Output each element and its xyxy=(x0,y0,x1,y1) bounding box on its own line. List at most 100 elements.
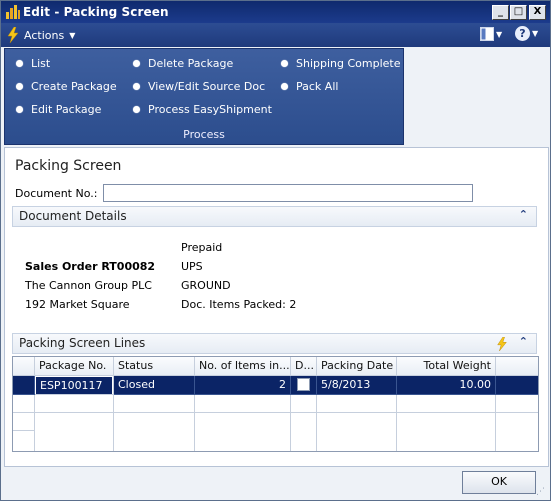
bullet-icon xyxy=(133,59,140,67)
empty-cell[interactable] xyxy=(317,395,397,413)
row-selector[interactable] xyxy=(13,431,35,451)
empty-cell[interactable] xyxy=(291,413,317,451)
column-header-filler xyxy=(496,357,538,376)
create-package-button[interactable]: Create Package xyxy=(16,78,117,94)
app-icon xyxy=(6,5,20,19)
empty-cell[interactable] xyxy=(35,395,114,413)
row-selector[interactable] xyxy=(13,395,35,413)
window-layout-icon xyxy=(480,27,494,41)
ribbon-item-label: Delete Package xyxy=(148,56,234,70)
bullet-icon xyxy=(133,105,140,113)
sales-order-number: Sales Order RT00082 xyxy=(25,260,156,273)
close-button[interactable]: X xyxy=(529,5,546,20)
maximize-button[interactable]: □ xyxy=(510,5,527,20)
bullet-icon xyxy=(16,59,23,67)
shipping-complete-button[interactable]: Shipping Complete xyxy=(281,55,401,71)
bullet-icon xyxy=(16,82,23,90)
table-cell-d[interactable] xyxy=(291,376,317,395)
bullet-icon xyxy=(133,82,140,90)
d-checkbox[interactable] xyxy=(297,377,310,391)
ribbon-item-label: Pack All xyxy=(296,79,339,93)
empty-cell xyxy=(496,395,538,413)
document-no-input[interactable] xyxy=(103,184,473,202)
empty-cell[interactable] xyxy=(35,413,114,451)
lightning-icon xyxy=(7,27,19,43)
table-cell-package-no[interactable]: ESP100117 xyxy=(35,376,114,395)
chevron-up-icon[interactable]: ⌃ xyxy=(519,208,528,221)
view-edit-source-doc-button[interactable]: View/Edit Source Doc xyxy=(133,78,265,94)
ribbon-item-label: Edit Package xyxy=(31,102,102,116)
empty-cell[interactable] xyxy=(114,395,195,413)
ribbon-group-label: Process xyxy=(183,128,225,141)
resize-grip-icon[interactable]: ⋰ xyxy=(536,487,548,499)
packing-lines-header[interactable]: Packing Screen Lines ⌃ xyxy=(12,333,537,354)
edit-package-button[interactable]: Edit Package xyxy=(16,101,101,117)
bullet-icon xyxy=(281,59,288,67)
delete-package-button[interactable]: Delete Package xyxy=(133,55,233,71)
title-bar: Edit - Packing Screen _ □ X xyxy=(1,1,550,23)
empty-cell[interactable] xyxy=(195,413,291,451)
empty-cell[interactable] xyxy=(317,413,397,451)
shipping-carrier: UPS xyxy=(181,260,203,273)
table-cell-status[interactable]: Closed xyxy=(114,376,195,395)
help-icon: ? xyxy=(515,26,530,41)
list-button[interactable]: List xyxy=(16,55,50,71)
customer-name: The Cannon Group PLC xyxy=(25,279,152,292)
help-menu[interactable]: ? ▼ xyxy=(515,26,538,41)
window-title: Edit - Packing Screen xyxy=(23,5,169,19)
column-header[interactable]: Package No. xyxy=(35,357,114,376)
document-details-header[interactable]: Document Details ⌃ xyxy=(12,206,537,227)
layout-menu[interactable]: ▼ xyxy=(480,27,502,41)
ribbon-item-label: Process EasyShipment xyxy=(148,102,272,116)
column-header[interactable]: D... xyxy=(291,357,317,376)
process-easyshipment-button[interactable]: Process EasyShipment xyxy=(133,101,272,117)
section-title: Document Details xyxy=(19,209,127,223)
row-selector[interactable] xyxy=(13,376,35,395)
ribbon-process-group: List Create Package Edit Package Delete … xyxy=(4,48,404,145)
chevron-up-icon[interactable]: ⌃ xyxy=(519,335,528,348)
ribbon-item-label: List xyxy=(31,56,51,70)
empty-cell[interactable] xyxy=(195,395,291,413)
document-no-label: Document No.: xyxy=(15,187,98,200)
empty-cell[interactable] xyxy=(114,413,195,451)
minimize-button[interactable]: _ xyxy=(492,5,509,20)
column-header[interactable]: Status xyxy=(114,357,195,376)
empty-cell xyxy=(496,413,538,451)
bullet-icon xyxy=(16,105,23,113)
actions-menu[interactable]: Actions ▼ xyxy=(7,26,75,44)
items-packed-count: Doc. Items Packed: 2 xyxy=(181,298,297,311)
ribbon-item-label: Shipping Complete xyxy=(296,56,401,70)
ok-button[interactable]: OK xyxy=(462,471,536,494)
bullet-icon xyxy=(281,82,288,90)
packing-lines-grid: Package No. Status No. of Items in... D.… xyxy=(12,356,539,452)
content-panel: Packing Screen Document No.: Document De… xyxy=(4,147,549,467)
shipping-service: GROUND xyxy=(181,279,231,292)
row-indicator-header xyxy=(13,357,35,376)
column-header[interactable]: Total Weight xyxy=(397,357,496,376)
actions-label: Actions xyxy=(24,28,65,42)
table-cell-items[interactable]: 2 xyxy=(195,376,291,395)
row-selector[interactable] xyxy=(13,413,35,431)
customer-address: 192 Market Square xyxy=(25,298,130,311)
chevron-down-icon: ▼ xyxy=(532,29,539,38)
page-title: Packing Screen xyxy=(15,158,122,174)
pack-all-button[interactable]: Pack All xyxy=(281,78,338,94)
lightning-icon[interactable] xyxy=(496,337,508,351)
empty-cell[interactable] xyxy=(397,413,496,451)
ribbon-item-label: View/Edit Source Doc xyxy=(148,79,266,93)
ribbon-item-label: Create Package xyxy=(31,79,117,93)
section-title: Packing Screen Lines xyxy=(19,336,146,350)
table-cell-total-weight[interactable]: 10.00 xyxy=(397,376,496,395)
window: Edit - Packing Screen _ □ X Actions ▼ ▼ … xyxy=(0,0,551,501)
chevron-down-icon: ▼ xyxy=(69,30,76,40)
column-header[interactable]: No. of Items in... xyxy=(195,357,291,376)
table-cell-packing-date[interactable]: 5/8/2013 xyxy=(317,376,397,395)
empty-cell[interactable] xyxy=(291,395,317,413)
table-row-filler xyxy=(496,376,538,395)
chevron-down-icon: ▼ xyxy=(496,29,503,39)
column-header[interactable]: Packing Date xyxy=(317,357,397,376)
empty-cell[interactable] xyxy=(397,395,496,413)
package-no-value: ESP100117 xyxy=(36,377,112,394)
command-bar: Actions ▼ ▼ ? ▼ xyxy=(1,23,550,47)
payment-terms: Prepaid xyxy=(181,241,223,254)
